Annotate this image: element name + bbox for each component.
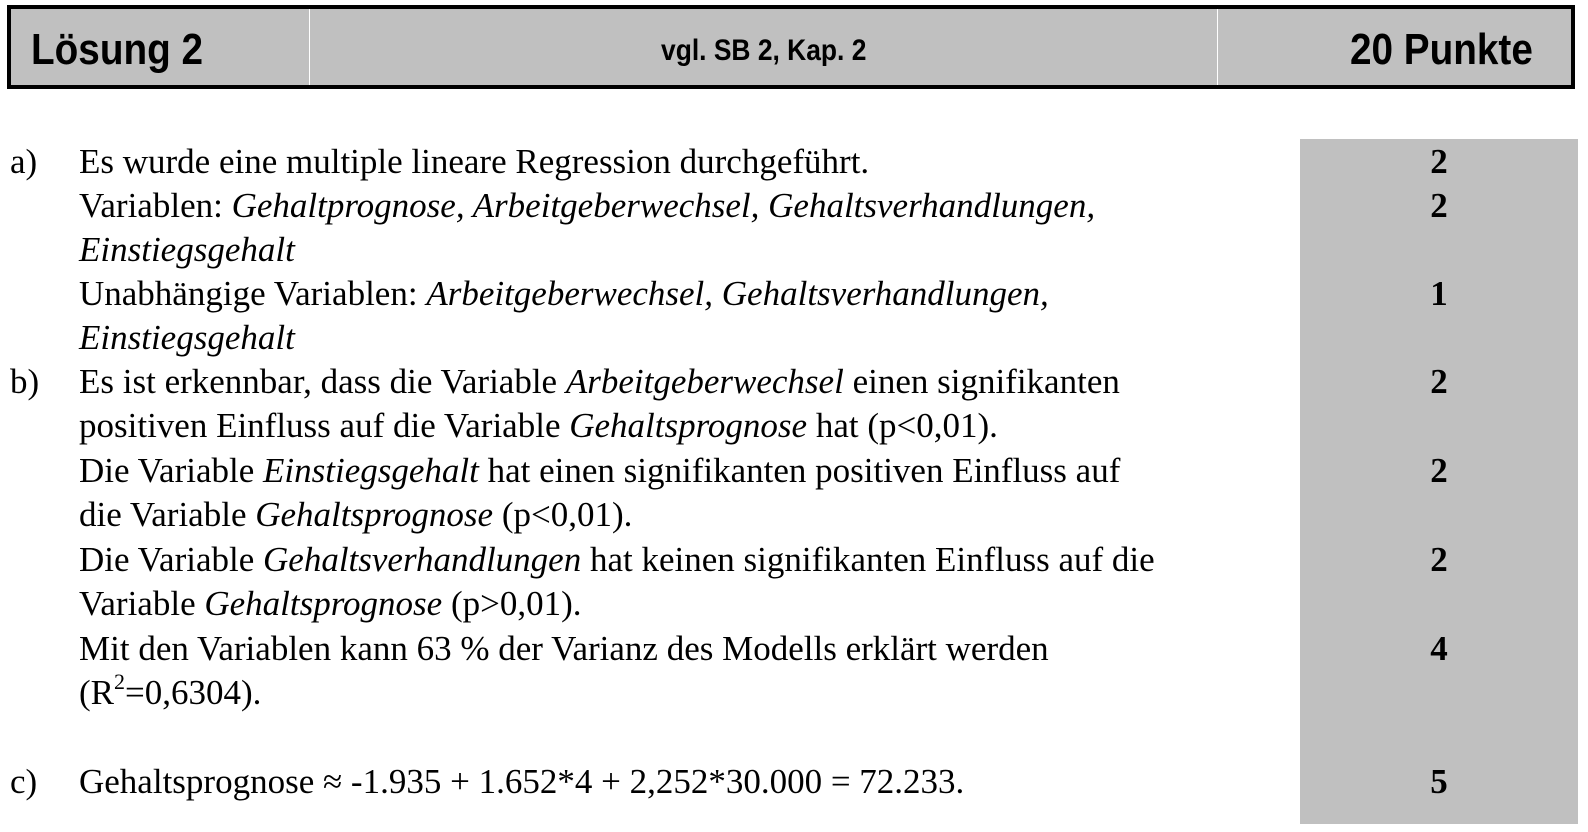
points-value: 5 — [1430, 762, 1448, 801]
answer-line: Die Variable Einstiegsgehalt hat einen s… — [79, 451, 1121, 490]
answer-line: Variablen: Gehaltprognose, Arbeitgeberwe… — [79, 186, 1096, 225]
points-value: 2 — [1430, 540, 1448, 579]
section-label-c: c) — [10, 762, 38, 801]
answer-line: Gehaltsprognose ≈ -1.935 + 1.652*4 + 2,2… — [79, 762, 965, 801]
answer-line: Variable Gehaltsprognose (p>0,01). — [79, 584, 582, 623]
solution-title: Lösung 2 — [31, 25, 204, 74]
header-divider — [309, 9, 310, 85]
points-value: 2 — [1430, 186, 1448, 225]
answer-line: (R2=0,6304). — [79, 669, 262, 712]
answer-line: die Variable Gehaltsprognose (p<0,01). — [79, 495, 633, 534]
answer-line: Unabhängige Variablen: Arbeitgeberwechse… — [79, 274, 1049, 313]
points-value: 1 — [1430, 274, 1448, 313]
section-label-a: a) — [10, 142, 38, 181]
solution-header: Lösung 2 vgl. SB 2, Kap. 2 20 Punkte — [7, 5, 1575, 89]
answer-line: Einstiegsgehalt — [79, 230, 295, 269]
section-label-b: b) — [10, 362, 40, 401]
points-value: 2 — [1430, 142, 1448, 181]
total-points: 20 Punkte — [1350, 25, 1533, 74]
answer-line: Mit den Variablen kann 63 % der Varianz … — [79, 629, 1049, 668]
header-divider — [1217, 9, 1218, 85]
textbook-reference: vgl. SB 2, Kap. 2 — [661, 34, 867, 67]
points-value: 2 — [1430, 362, 1448, 401]
answer-line: Es wurde eine multiple lineare Regressio… — [79, 142, 870, 181]
points-value: 4 — [1430, 629, 1448, 668]
answer-line: Die Variable Gehaltsverhandlungen hat ke… — [79, 540, 1155, 579]
answer-line: Einstiegsgehalt — [79, 318, 295, 357]
points-value: 2 — [1430, 451, 1448, 490]
answer-line: positiven Einfluss auf die Variable Geha… — [79, 406, 998, 445]
answer-line: Es ist erkennbar, dass die Variable Arbe… — [79, 362, 1120, 401]
